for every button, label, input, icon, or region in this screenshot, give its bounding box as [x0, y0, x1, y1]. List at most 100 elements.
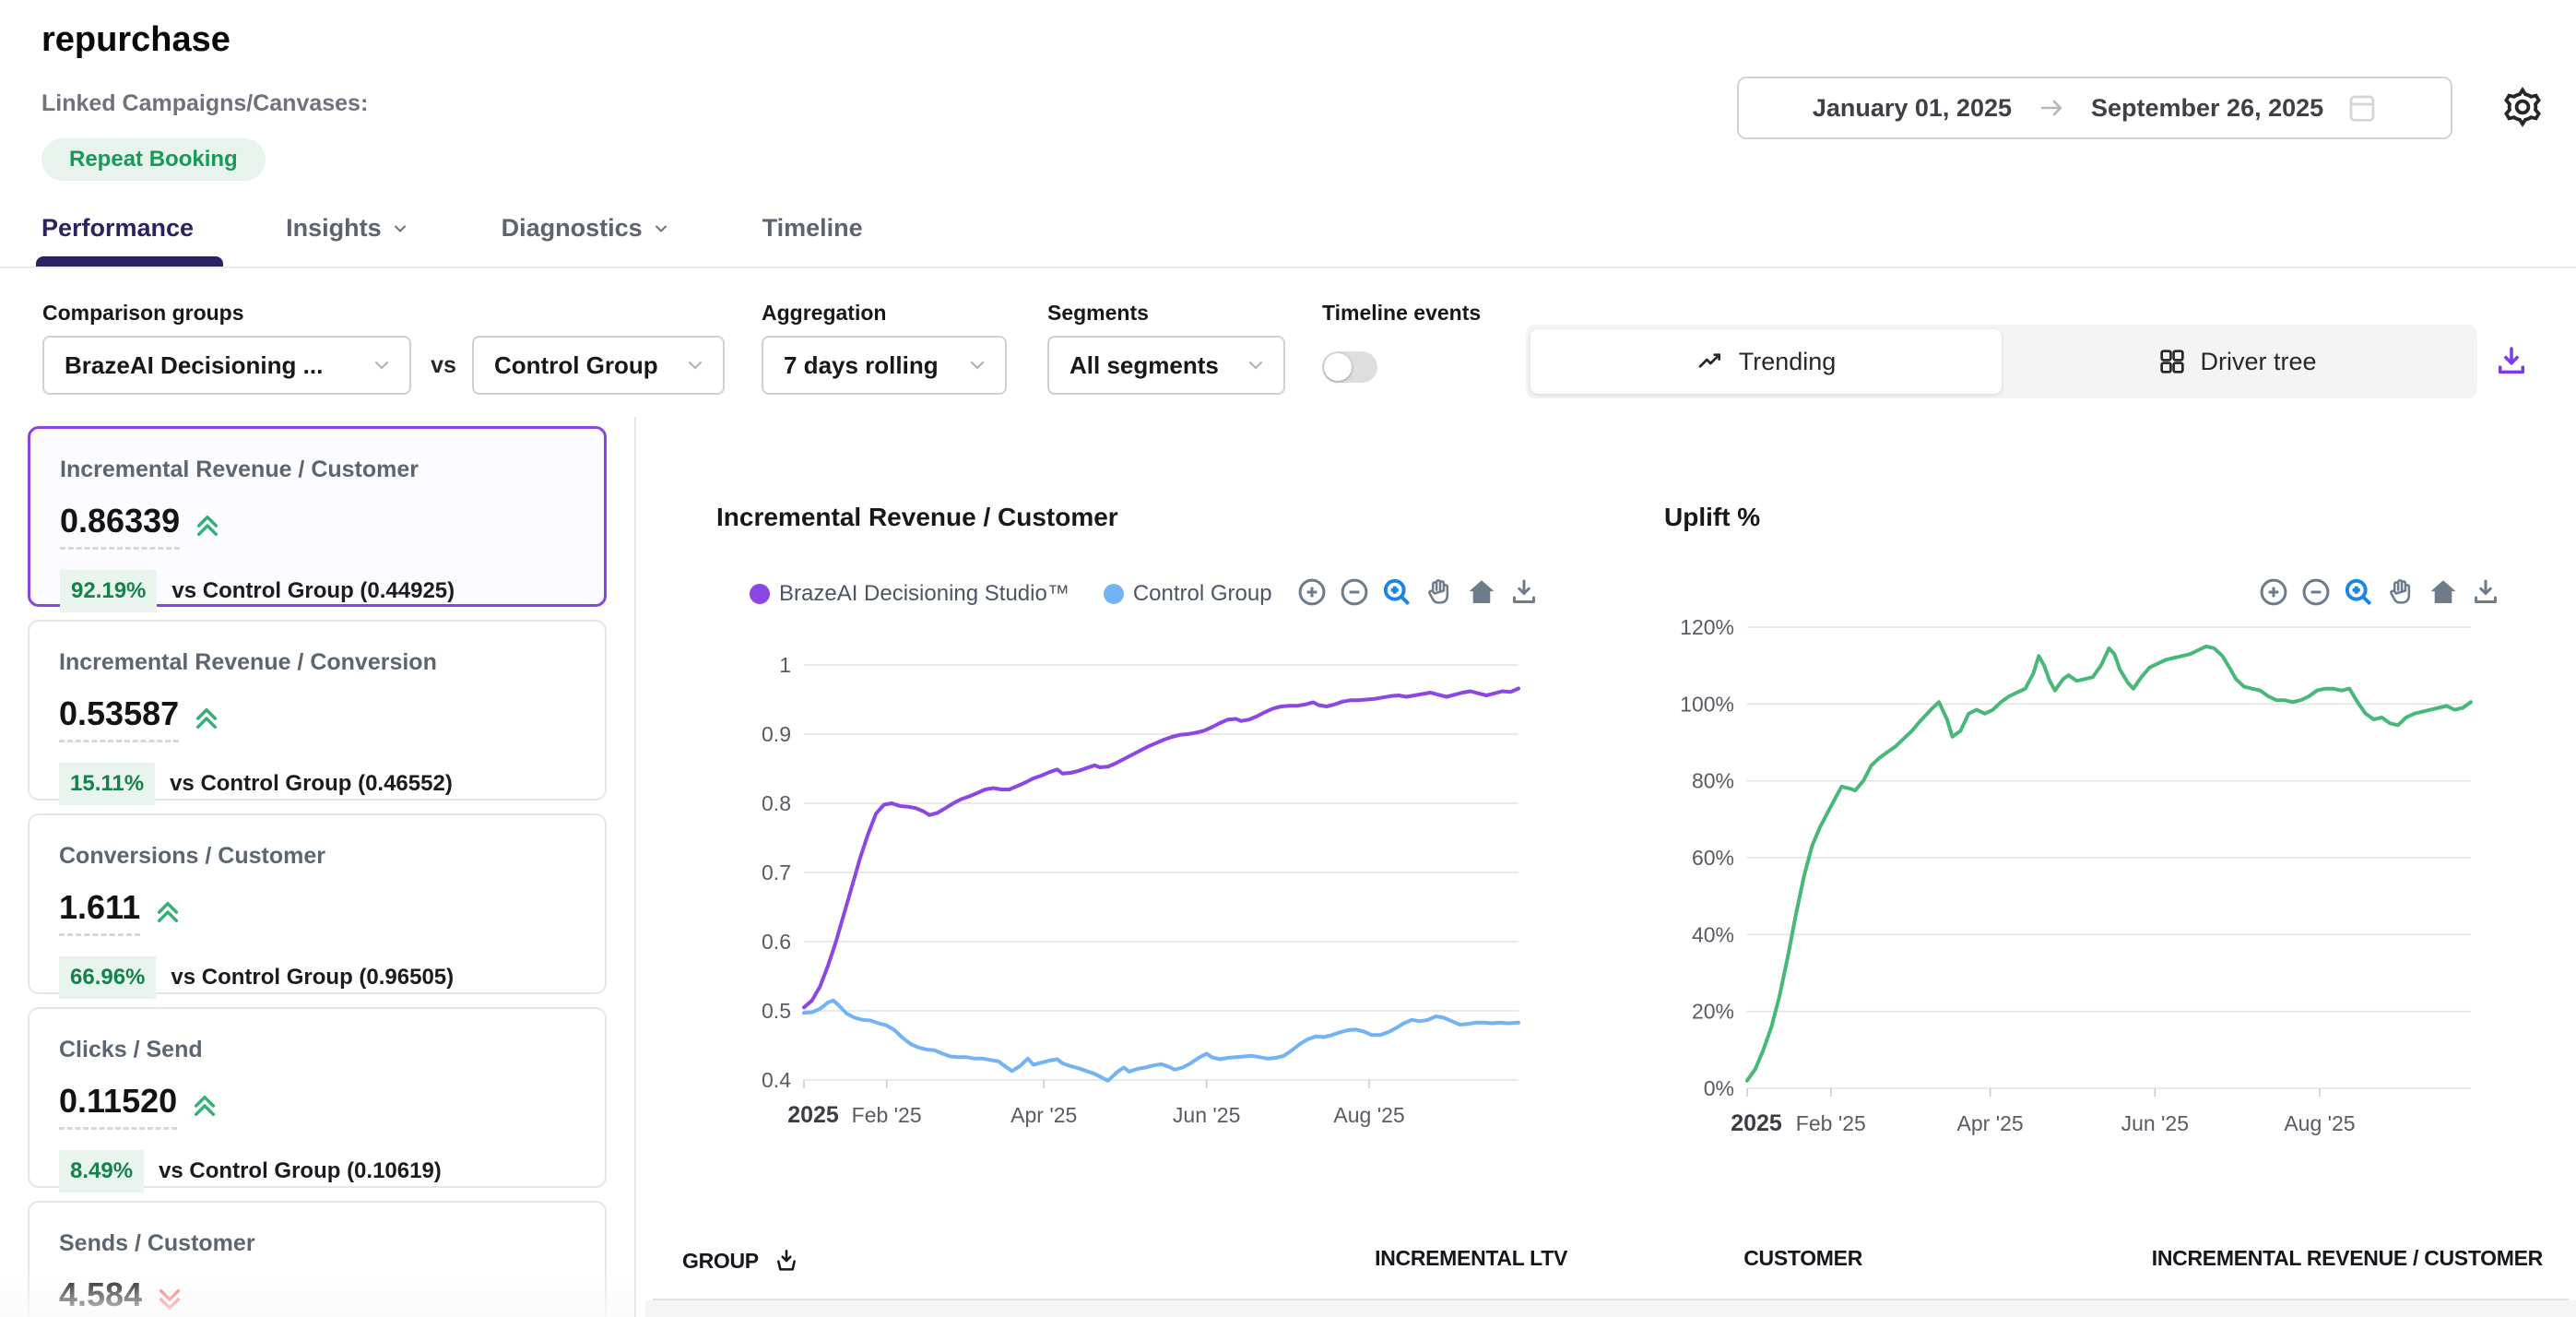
tab-performance[interactable]: Performance: [41, 214, 194, 243]
chevron-down-icon: [1232, 354, 1267, 376]
vs-control-text: vs Control Group (0.44925): [171, 578, 455, 604]
uplift-pct-badge: 8.49%: [59, 1150, 144, 1192]
svg-text:0.6: 0.6: [762, 930, 791, 954]
metric-value[interactable]: 0.11520: [59, 1082, 177, 1130]
vs-control-text: vs Control Group (0.10619): [159, 1158, 442, 1184]
metric-value[interactable]: 0.86339: [60, 502, 180, 550]
view-mode-switch: Trending Driver tree: [1526, 325, 2477, 398]
arrow-right-icon: [2036, 92, 2067, 124]
export-download-icon[interactable]: [2489, 339, 2534, 384]
column-header-incremental-revenue-customer[interactable]: INCREMENTAL REVENUE / CUSTOMER: [2111, 1246, 2543, 1271]
chevron-down-icon: [391, 220, 409, 238]
uplift-pct-badge: 66.96%: [59, 956, 156, 999]
svg-text:0.9: 0.9: [762, 722, 791, 746]
date-start[interactable]: January 01, 2025: [1813, 94, 2012, 123]
table-first-row-partial: [645, 1300, 2576, 1317]
zoom-out-icon[interactable]: [1337, 575, 1372, 610]
svg-text:0.7: 0.7: [762, 860, 791, 884]
tab-diagnostics[interactable]: Diagnostics: [502, 214, 670, 243]
tab-bar: Performance Insights Diagnostics Timelin…: [41, 214, 863, 243]
zoom-in-icon[interactable]: [1294, 575, 1329, 610]
vs-control-text: vs Control Group (0.96505): [171, 965, 454, 991]
uplift-pct-badge: 92.19%: [60, 570, 157, 612]
chart-title: Uplift %: [1664, 503, 2512, 532]
chart-toolbar: [1294, 575, 1542, 610]
chevron-down-icon: [652, 220, 670, 238]
segments-select[interactable]: All segments: [1047, 336, 1285, 395]
line-chart-plot[interactable]: 0%20%40%60%80%100%120%2025Feb '25Apr '25…: [1664, 599, 2531, 1171]
vs-control-text: vs Control Group (0.46552): [170, 771, 453, 797]
metric-title: Sends / Customer: [59, 1230, 575, 1257]
metric-card-incremental-revenue-conversion[interactable]: Incremental Revenue / Conversion 0.53587…: [28, 620, 607, 801]
settings-gear-icon[interactable]: [2497, 81, 2548, 133]
svg-text:40%: 40%: [1692, 922, 1734, 946]
trending-view-button[interactable]: Trending: [1530, 329, 2002, 394]
tabs-divider: [0, 267, 2576, 268]
chart-download-icon[interactable]: [1507, 575, 1542, 610]
trend-up-double-chevron-icon: [193, 511, 222, 540]
metric-value[interactable]: 1.611: [59, 888, 140, 936]
legend-dot: [749, 583, 771, 605]
metric-title: Incremental Revenue / Customer: [60, 457, 574, 483]
svg-text:2025: 2025: [1731, 1110, 1782, 1136]
table-download-icon[interactable]: [772, 1246, 801, 1275]
trend-up-double-chevron-icon: [192, 704, 221, 733]
svg-text:100%: 100%: [1680, 692, 1734, 716]
trend-up-double-chevron-icon: [153, 897, 183, 927]
legend-item-control[interactable]: Control Group: [1103, 581, 1272, 607]
trending-line-icon: [1696, 347, 1726, 376]
segments-label: Segments: [1047, 301, 1149, 326]
comparison-group-a-select[interactable]: BrazeAI Decisioning ...: [42, 336, 411, 395]
svg-text:0.8: 0.8: [762, 791, 791, 815]
chevron-down-icon: [671, 354, 706, 376]
svg-text:120%: 120%: [1680, 615, 1734, 639]
svg-text:Feb '25: Feb '25: [852, 1103, 922, 1127]
tab-insights[interactable]: Insights: [286, 214, 409, 243]
timeline-events-toggle[interactable]: [1322, 351, 1377, 383]
svg-text:Aug '25: Aug '25: [2284, 1111, 2355, 1135]
metric-card-conversions-customer[interactable]: Conversions / Customer 1.611 66.96% vs C…: [28, 813, 607, 994]
linked-campaign-badge[interactable]: Repeat Booking: [41, 138, 266, 181]
metric-card-sends-customer[interactable]: Sends / Customer 4.584: [28, 1201, 607, 1317]
svg-text:60%: 60%: [1692, 846, 1734, 870]
legend-item-braze[interactable]: BrazeAI Decisioning Studio™: [749, 581, 1069, 607]
svg-text:1: 1: [779, 653, 791, 677]
column-header-incremental-ltv[interactable]: INCREMENTAL LTV: [1374, 1246, 1567, 1271]
svg-text:0%: 0%: [1704, 1076, 1734, 1100]
pan-hand-icon[interactable]: [1422, 575, 1457, 610]
svg-text:Aug '25: Aug '25: [1333, 1103, 1404, 1127]
metric-card-clicks-send[interactable]: Clicks / Send 0.11520 8.49% vs Control G…: [28, 1007, 607, 1188]
line-chart-plot[interactable]: 0.40.50.60.70.80.912025Feb '25Apr '25Jun…: [712, 621, 1588, 1165]
zoom-select-icon[interactable]: [1379, 575, 1414, 610]
reset-home-icon[interactable]: [1464, 575, 1499, 610]
date-end[interactable]: September 26, 2025: [2091, 94, 2323, 123]
legend-dot: [1103, 583, 1125, 605]
trend-up-double-chevron-icon: [190, 1091, 219, 1121]
chart-title: Incremental Revenue / Customer: [712, 503, 1542, 532]
calendar-icon: [2347, 91, 2377, 125]
comparison-group-b-select[interactable]: Control Group: [472, 336, 725, 395]
svg-text:Jun '25: Jun '25: [2121, 1111, 2189, 1135]
svg-text:2025: 2025: [787, 1102, 839, 1128]
tab-timeline[interactable]: Timeline: [762, 214, 863, 243]
svg-text:Apr '25: Apr '25: [1010, 1103, 1077, 1127]
metric-card-incremental-revenue-customer[interactable]: Incremental Revenue / Customer 0.86339 9…: [28, 426, 607, 607]
metric-value[interactable]: 4.584: [59, 1275, 142, 1317]
aggregation-label: Aggregation: [762, 301, 886, 326]
aggregation-select[interactable]: 7 days rolling: [762, 336, 1007, 395]
svg-text:Apr '25: Apr '25: [1957, 1111, 2024, 1135]
date-range-picker[interactable]: January 01, 2025 September 26, 2025: [1737, 77, 2452, 139]
metric-sidebar: Incremental Revenue / Customer 0.86339 9…: [0, 415, 634, 1317]
chart-incremental-revenue-customer: Incremental Revenue / Customer BrazeAI D…: [712, 503, 1542, 532]
column-header-customer[interactable]: CUSTOMER: [1669, 1246, 1862, 1271]
svg-text:Feb '25: Feb '25: [1796, 1111, 1866, 1135]
svg-text:20%: 20%: [1692, 1000, 1734, 1024]
driver-tree-grid-icon: [2157, 347, 2187, 376]
column-header-group[interactable]: GROUP: [682, 1246, 801, 1275]
driver-tree-view-button[interactable]: Driver tree: [2002, 329, 2473, 394]
svg-text:Jun '25: Jun '25: [1173, 1103, 1240, 1127]
metric-value[interactable]: 0.53587: [59, 694, 179, 742]
svg-text:0.4: 0.4: [762, 1068, 791, 1092]
metric-title: Incremental Revenue / Conversion: [59, 649, 575, 676]
vs-label: vs: [419, 336, 467, 395]
